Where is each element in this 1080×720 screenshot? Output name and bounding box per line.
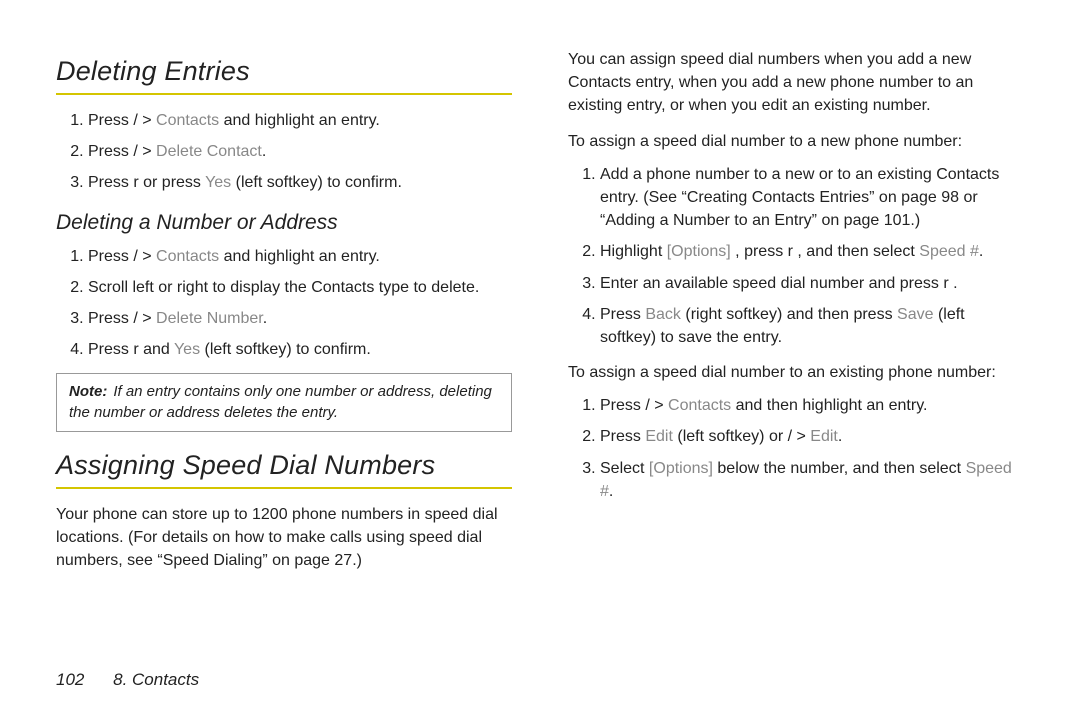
heading-assigning-speed-dial: Assigning Speed Dial Numbers: [56, 450, 512, 481]
heading-deleting-entries: Deleting Entries: [56, 56, 512, 87]
ui-label-back: Back: [645, 306, 681, 323]
step: Press r and Yes (left softkey) to confir…: [88, 338, 512, 361]
ui-label-delete-number: Delete Number: [156, 310, 263, 327]
steps-assign-existing: Press / > Contacts and then highlight an…: [568, 394, 1024, 503]
text: Press /: [88, 310, 138, 327]
note-label: Note:: [69, 383, 107, 400]
text: >: [138, 248, 156, 265]
heading-underline: [56, 93, 512, 95]
paragraph: Your phone can store up to 1200 phone nu…: [56, 503, 512, 573]
ui-label-contacts: Contacts: [668, 397, 731, 414]
ui-label-edit: Edit: [645, 428, 673, 445]
text: .: [979, 243, 983, 260]
text: Select: [600, 460, 649, 477]
text: .: [263, 310, 267, 327]
text: Highlight: [600, 243, 667, 260]
text: >: [792, 428, 810, 445]
text: (right softkey) and then press: [681, 306, 897, 323]
text: and highlight an entry.: [219, 248, 380, 265]
ui-label-options: [Options]: [649, 460, 713, 477]
text: .: [838, 428, 842, 445]
subheading-delete-number: Deleting a Number or Address: [56, 211, 512, 235]
text: , and then select: [793, 243, 919, 260]
lead-new-number: To assign a speed dial number to a new p…: [568, 130, 1024, 153]
text: and: [139, 341, 174, 358]
text: below the number, and then select: [713, 460, 966, 477]
ui-label-delete-contact: Delete Contact: [156, 143, 262, 160]
text: Press r: [88, 341, 139, 358]
text: .: [262, 143, 266, 160]
step: Press / > Contacts and highlight an entr…: [88, 109, 512, 132]
text: >: [138, 310, 156, 327]
ui-label-yes: Yes: [174, 341, 200, 358]
step: Press / > Contacts and then highlight an…: [600, 394, 1024, 417]
text: , press r: [731, 243, 793, 260]
paragraph: You can assign speed dial numbers when y…: [568, 48, 1024, 118]
step: Scroll left or right to display the Cont…: [88, 276, 512, 299]
text: Press: [600, 428, 645, 445]
text: (left softkey) or /: [673, 428, 792, 445]
text: .: [949, 275, 958, 292]
step: Select [Options] below the number, and t…: [600, 457, 1024, 503]
step: Press Edit (left softkey) or / > Edit.: [600, 425, 1024, 448]
ui-label-edit: Edit: [810, 428, 838, 445]
text: >: [138, 112, 156, 129]
steps-assign-new: Add a phone number to a new or to an exi…: [568, 163, 1024, 349]
step: Add a phone number to a new or to an exi…: [600, 163, 1024, 233]
note-text: If an entry contains only one number or …: [69, 383, 492, 420]
heading-underline: [56, 487, 512, 489]
steps-delete-number: Press / > Contacts and highlight an entr…: [56, 245, 512, 362]
text: >: [138, 143, 156, 160]
steps-delete-entry: Press / > Contacts and highlight an entr…: [56, 109, 512, 195]
text: Press r: [88, 174, 139, 191]
step: Highlight [Options] , press r , and then…: [600, 240, 1024, 263]
step: Press Back (right softkey) and then pres…: [600, 303, 1024, 349]
text: Press /: [600, 397, 650, 414]
text: and then highlight an entry.: [731, 397, 927, 414]
left-column: Deleting Entries Press / > Contacts and …: [56, 48, 512, 660]
text: Press /: [88, 248, 138, 265]
step: Press r or press Yes (left softkey) to c…: [88, 171, 512, 194]
text: Add a phone number to a new or to an exi…: [600, 166, 999, 229]
text: (left softkey) to confirm.: [200, 341, 371, 358]
right-column: You can assign speed dial numbers when y…: [568, 48, 1024, 660]
note-box: Note:If an entry contains only one numbe…: [56, 373, 512, 432]
two-column-layout: Deleting Entries Press / > Contacts and …: [56, 48, 1024, 660]
text: Press: [600, 306, 645, 323]
page-footer: 102 8. Contacts: [56, 660, 1024, 690]
text: .: [609, 483, 613, 500]
step: Press / > Delete Number.: [88, 307, 512, 330]
ui-label-options: [Options]: [667, 243, 731, 260]
text: (left softkey) to confirm.: [231, 174, 402, 191]
step: Press / > Delete Contact.: [88, 140, 512, 163]
text: or press: [139, 174, 205, 191]
page-number: 102: [56, 670, 84, 689]
step: Press / > Contacts and highlight an entr…: [88, 245, 512, 268]
text: and highlight an entry.: [219, 112, 380, 129]
text: Press /: [88, 112, 138, 129]
manual-page: Deleting Entries Press / > Contacts and …: [0, 0, 1080, 720]
step: Enter an available speed dial number and…: [600, 272, 1024, 295]
ui-label-speed-num: Speed #: [919, 243, 979, 260]
ui-label-save: Save: [897, 306, 933, 323]
text: Press /: [88, 143, 138, 160]
ui-label-contacts: Contacts: [156, 112, 219, 129]
lead-existing-number: To assign a speed dial number to an exis…: [568, 361, 1024, 384]
text: >: [650, 397, 668, 414]
ui-label-contacts: Contacts: [156, 248, 219, 265]
text: Scroll left or right to display the Cont…: [88, 279, 479, 296]
ui-label-yes: Yes: [205, 174, 231, 191]
text: Enter an available speed dial number and…: [600, 275, 949, 292]
section-title: 8. Contacts: [113, 670, 199, 689]
